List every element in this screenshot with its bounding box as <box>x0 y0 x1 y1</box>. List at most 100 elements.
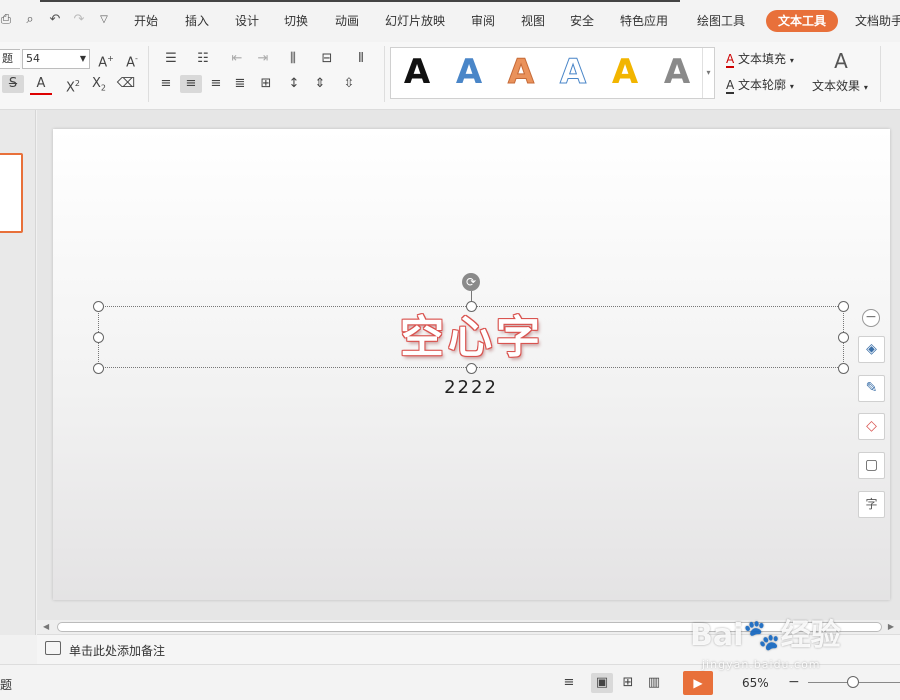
chevron-down-icon: ▾ <box>789 56 794 65</box>
tab-review[interactable]: 审阅 <box>471 10 495 32</box>
style-option-yellow[interactable]: A <box>605 52 645 92</box>
text-fill-icon: A <box>726 52 735 68</box>
paw-icon: 🐾 <box>743 618 781 653</box>
tab-insert[interactable]: 插入 <box>185 10 209 32</box>
redo-icon[interactable]: ↷ <box>71 12 87 28</box>
numbered-list-icon[interactable]: ☷ <box>190 50 216 68</box>
style-option-hollow-blue[interactable]: A <box>553 52 593 93</box>
tab-start[interactable]: 开始 <box>134 10 158 32</box>
text-outline-icon: A <box>726 78 735 94</box>
watermark-url: jingyan.baidu.com <box>702 658 821 671</box>
rotate-handle-icon[interactable]: ⟳ <box>462 273 480 291</box>
text-wrap-icon[interactable]: 字 <box>858 491 885 518</box>
paragraph-spacing-icon[interactable]: ⇕ <box>310 75 330 93</box>
tab-doc-assistant[interactable]: 文档助手 <box>855 10 900 32</box>
style-option-black[interactable]: A <box>397 52 437 92</box>
scroll-left-icon[interactable]: ◀ <box>43 620 49 634</box>
baidu-watermark: Bai🐾经验 jingyan.baidu.com <box>690 610 900 680</box>
selected-text-box[interactable]: 空心字 <box>98 306 844 368</box>
normal-view-icon[interactable]: ▣ <box>591 673 613 693</box>
tab-design[interactable]: 设计 <box>235 10 259 32</box>
tab-text-tools[interactable]: 文本工具 <box>766 10 839 32</box>
frame-icon[interactable]: ▢ <box>858 452 885 479</box>
resize-handle[interactable] <box>466 301 477 312</box>
font-color-icon[interactable]: A <box>30 75 52 95</box>
align-text-icon[interactable]: ⊟ <box>314 50 340 68</box>
clear-format-icon[interactable]: ⌫ <box>115 75 137 93</box>
notes-toggle-icon[interactable]: ≡ <box>558 673 580 693</box>
ribbon-separator <box>384 46 385 102</box>
quick-access-dropdown-icon[interactable]: ▽ <box>96 12 112 28</box>
ribbon-separator <box>880 46 881 102</box>
print-icon[interactable]: ⎙ <box>0 12 14 28</box>
tab-view[interactable]: 视图 <box>521 10 545 32</box>
resize-handle[interactable] <box>93 363 104 374</box>
tab-special-apps[interactable]: 特色应用 <box>620 10 668 32</box>
align-right-icon[interactable]: ≡ <box>206 75 226 93</box>
strikethrough-icon[interactable]: S <box>2 75 24 93</box>
text-effect-icon[interactable]: A <box>812 50 870 72</box>
resize-handle[interactable] <box>838 332 849 343</box>
line-spacing-icon[interactable]: ↕ <box>284 75 304 93</box>
subtitle-text[interactable]: 2222 <box>371 377 571 399</box>
subscript-icon[interactable]: X2 <box>88 75 110 98</box>
ribbon: 题 54 ▼ A+ A- S A X2 X2 ⌫ ☰ ☷ ⇤ ⇥ ⫼ ⊟ ⫴ ≡ … <box>0 42 900 110</box>
align-center-icon[interactable]: ≡ <box>180 75 202 93</box>
chevron-down-icon: ▾ <box>789 82 794 91</box>
resize-handle[interactable] <box>838 301 849 312</box>
slide-thumbnail-pane <box>0 110 36 635</box>
print-preview-icon[interactable]: ⌕ <box>22 12 38 28</box>
text-fill-button[interactable]: A 文本填充 ▾ <box>726 51 794 69</box>
notes-placeholder[interactable]: 单击此处添加备注 <box>69 642 165 659</box>
status-left-text: 题 <box>0 678 13 692</box>
text-outline-label: 文本轮廓 <box>738 78 787 92</box>
distributed-align-icon[interactable]: ⊞ <box>256 75 276 93</box>
font-size-select[interactable]: 54 ▼ <box>22 49 90 69</box>
hollow-title-text[interactable]: 空心字 <box>99 307 845 369</box>
bullet-list-icon[interactable]: ☰ <box>158 50 184 68</box>
resize-handle[interactable] <box>93 301 104 312</box>
style-option-blue[interactable]: A <box>449 52 489 92</box>
resize-handle[interactable] <box>838 363 849 374</box>
gallery-expand-icon[interactable]: ▾ <box>702 48 714 98</box>
reading-view-icon[interactable]: ▥ <box>643 673 665 693</box>
increase-font-icon[interactable]: A+ <box>96 50 116 72</box>
text-style-gallery: A A A A A A ▾ <box>390 47 715 99</box>
watermark-brand: Bai <box>690 618 744 653</box>
columns-icon[interactable]: ⫴ <box>348 50 374 68</box>
resize-handle[interactable] <box>466 363 477 374</box>
text-fill-label: 文本填充 <box>738 52 787 66</box>
style-option-gray[interactable]: A <box>657 52 697 92</box>
slide-thumbnail[interactable] <box>0 153 23 233</box>
text-outline-button[interactable]: A 文本轮廓 ▾ <box>726 77 794 95</box>
decrease-indent-icon[interactable]: ⇤ <box>226 50 248 68</box>
align-left-icon[interactable]: ≡ <box>156 75 176 93</box>
tab-drawing-tools[interactable]: 绘图工具 <box>697 10 745 32</box>
notes-icon <box>45 641 61 655</box>
tab-animation[interactable]: 动画 <box>335 10 359 32</box>
undo-icon[interactable]: ↶ <box>47 12 63 28</box>
ribbon-separator <box>148 46 149 102</box>
slide-sorter-icon[interactable]: ⊞ <box>617 673 639 693</box>
spacing-options-icon[interactable]: ⇳ <box>336 75 362 93</box>
collapse-toolbar-icon[interactable]: − <box>862 309 880 327</box>
increase-indent-icon[interactable]: ⇥ <box>252 50 274 68</box>
superscript-icon[interactable]: X2 <box>62 75 84 97</box>
layers-icon[interactable]: ◈ <box>858 336 885 363</box>
watermark-brand-cn: 经验 <box>780 618 841 653</box>
font-name-select[interactable]: 题 <box>0 49 20 69</box>
justify-icon[interactable]: ≣ <box>230 75 250 93</box>
tab-transition[interactable]: 切换 <box>284 10 308 32</box>
text-effect-button[interactable]: 文本效果 ▾ <box>812 78 868 96</box>
menu-bar: ⎙ ⌕ ↶ ↷ ▽ 开始 插入 设计 切换 动画 幻灯片放映 审阅 视图 安全 … <box>0 0 900 42</box>
resize-handle[interactable] <box>93 332 104 343</box>
decrease-font-icon[interactable]: A- <box>122 50 142 72</box>
text-direction-icon[interactable]: ⫼ <box>280 50 306 68</box>
pen-icon[interactable]: ✎ <box>858 375 885 402</box>
style-option-orange[interactable]: A <box>501 52 541 93</box>
tab-security[interactable]: 安全 <box>570 10 594 32</box>
fill-bucket-icon[interactable]: ◇ <box>858 413 885 440</box>
font-size-value: 54 <box>26 52 40 65</box>
tab-slideshow[interactable]: 幻灯片放映 <box>385 10 445 32</box>
text-effect-label: 文本效果 <box>812 79 861 93</box>
